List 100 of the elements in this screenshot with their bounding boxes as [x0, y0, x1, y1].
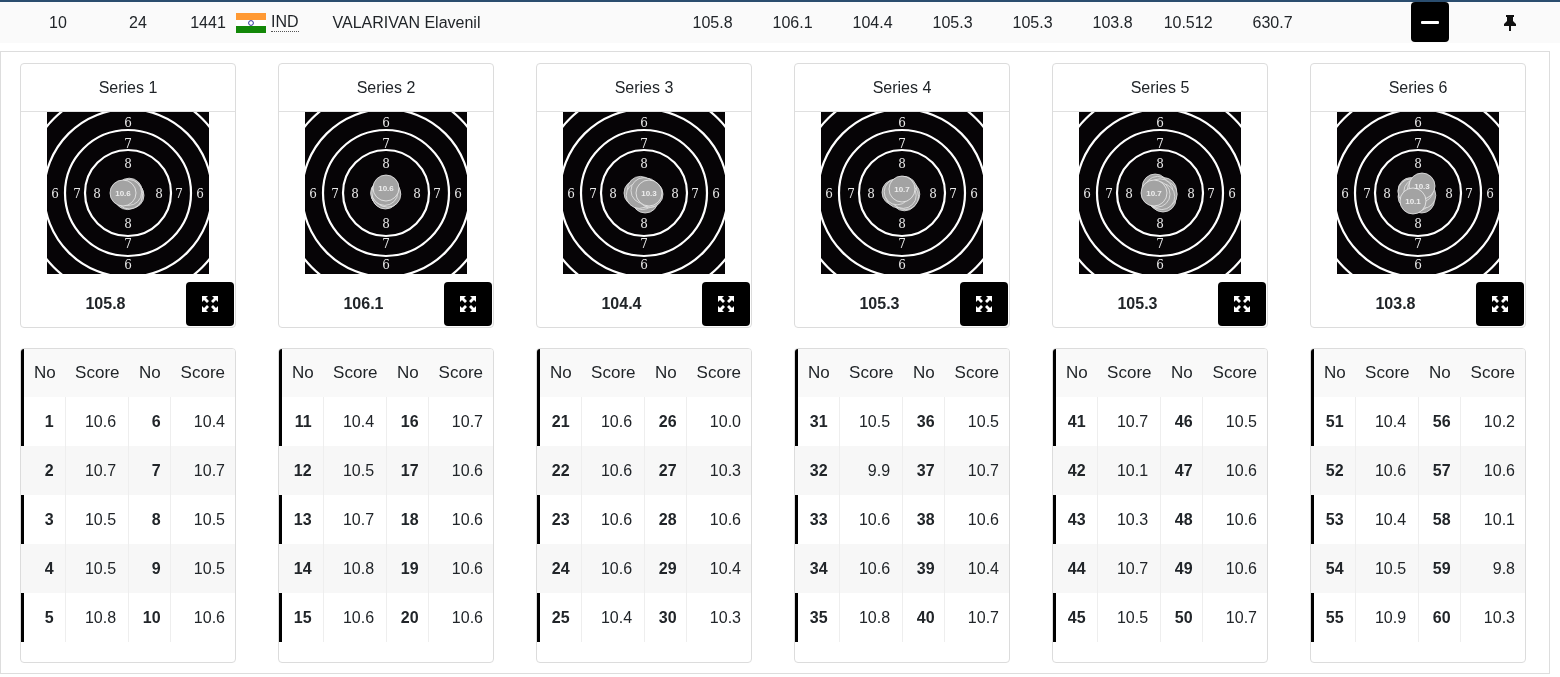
- series-total: 105.3: [858, 294, 900, 314]
- ring-number: 8: [351, 187, 359, 201]
- ring-number: 8: [1414, 217, 1422, 231]
- ring-number: 6: [1486, 187, 1494, 201]
- table-cell: 60: [1419, 593, 1461, 642]
- ring-number: 8: [867, 187, 875, 201]
- ring-number: 7: [589, 187, 597, 201]
- series-total: 103.8: [1374, 294, 1416, 314]
- table-cell: 5: [24, 593, 66, 642]
- expand-icon: [976, 296, 992, 312]
- pin-icon[interactable]: [1504, 15, 1516, 31]
- ring-number: 7: [1105, 187, 1113, 201]
- table-cell-text: 104.4: [851, 12, 893, 33]
- ring-number: 8: [382, 157, 390, 171]
- ring-number: 8: [640, 217, 648, 231]
- table-cell-text: 10.6: [708, 509, 742, 530]
- ring-number: 7: [1156, 237, 1164, 251]
- ring-number: 6: [124, 116, 132, 130]
- ring-number: 8: [671, 187, 679, 201]
- collapse-button[interactable]: [1411, 2, 1449, 42]
- column-header: Score: [1106, 362, 1153, 385]
- table-cell: 10.6: [323, 593, 388, 642]
- shot-holes-drawing: [109, 177, 145, 210]
- ring-number: 8: [1445, 187, 1453, 201]
- series-total: 106.1: [342, 294, 384, 314]
- table-cell: 10.9: [1355, 593, 1420, 642]
- ring-number: 6: [124, 258, 132, 272]
- expand-button[interactable]: [444, 282, 492, 326]
- table-cell-text: 630.7: [1251, 12, 1293, 33]
- ring-number: 6: [567, 187, 575, 201]
- shot-score: 10.1: [1405, 197, 1421, 206]
- table-cell-text: 10.7: [192, 460, 226, 481]
- table-cell-text: 10.6: [450, 509, 484, 530]
- table-cell: 10.4: [581, 593, 646, 642]
- ring-number: 6: [454, 187, 462, 201]
- series-title: Series 6: [1388, 77, 1448, 98]
- ring-number: 6: [825, 187, 833, 201]
- ring-number: 8: [898, 157, 906, 171]
- athlete-name: VALARIVAN Elavenil: [332, 12, 482, 33]
- ring-number: 6: [1414, 116, 1422, 130]
- ring-number: 7: [1465, 187, 1473, 201]
- table-cell-text: 10.5: [192, 558, 226, 579]
- ring-number: 7: [1207, 187, 1215, 201]
- shot-score: 10.3: [641, 189, 657, 198]
- table-cell-text: 10.6: [450, 607, 484, 628]
- india-flag-icon: [236, 12, 266, 33]
- table-cell-text: 105.3: [931, 12, 973, 33]
- ring-number: 7: [1414, 237, 1422, 251]
- expand-button[interactable]: [960, 282, 1008, 326]
- column-header: No: [1169, 362, 1194, 385]
- ring-number: 7: [331, 187, 339, 201]
- table-cell: 20: [387, 593, 429, 642]
- table-cell: 55: [1314, 593, 1356, 642]
- table-cell-text: 10.7: [450, 411, 484, 432]
- table-cell: 40: [903, 593, 945, 642]
- ring-number: 6: [970, 187, 978, 201]
- ring-number: 7: [382, 237, 390, 251]
- shot-holes-drawing: [623, 176, 664, 214]
- table-cell-text: 10.5: [192, 509, 226, 530]
- ring-number: 7: [949, 187, 957, 201]
- column-header: Score: [590, 362, 637, 385]
- table-cell-text: 1441: [189, 12, 227, 33]
- ring-number: 6: [1156, 258, 1164, 272]
- ring-number: 7: [640, 237, 648, 251]
- table-cell: 10: [129, 593, 171, 642]
- column-header: No: [548, 362, 573, 385]
- table-cell-text: 10.4: [192, 411, 226, 432]
- column-header: No: [1427, 362, 1452, 385]
- series-title: Series 1: [98, 77, 158, 98]
- table-cell-text: 9.8: [1491, 558, 1516, 579]
- expand-button[interactable]: [702, 282, 750, 326]
- expand-button[interactable]: [1218, 282, 1266, 326]
- ring-number: 7: [1363, 187, 1371, 201]
- expand-icon: [718, 296, 734, 312]
- table-cell-text: 10.6: [450, 558, 484, 579]
- table-cell-text: 10.6: [192, 607, 226, 628]
- ring-number: 7: [73, 187, 81, 201]
- ring-number: 6: [51, 187, 59, 201]
- ring-number: 8: [929, 187, 937, 201]
- ring-number: 7: [124, 237, 132, 251]
- series-total: 105.3: [1116, 294, 1158, 314]
- table-cell-text: 10.4: [708, 558, 742, 579]
- column-header: No: [653, 362, 678, 385]
- column-header: No: [395, 362, 420, 385]
- table-cell: 25: [540, 593, 582, 642]
- ring-number: 6: [640, 116, 648, 130]
- ring-number: 7: [124, 137, 132, 151]
- table-cell-text: 10: [48, 12, 68, 33]
- ring-number: 8: [413, 187, 421, 201]
- table-cell-text: 106.1: [771, 12, 813, 33]
- expand-button[interactable]: [186, 282, 234, 326]
- table-cell-text: 10.6: [1224, 509, 1258, 530]
- table-cell-text: 10.3: [708, 607, 742, 628]
- ring-number: 8: [382, 217, 390, 231]
- table-cell-text: 105.3: [1011, 12, 1053, 33]
- expand-icon: [202, 296, 218, 312]
- ring-number: 8: [1125, 187, 1133, 201]
- expand-button[interactable]: [1476, 282, 1524, 326]
- column-header: No: [911, 362, 936, 385]
- ring-number: 7: [898, 237, 906, 251]
